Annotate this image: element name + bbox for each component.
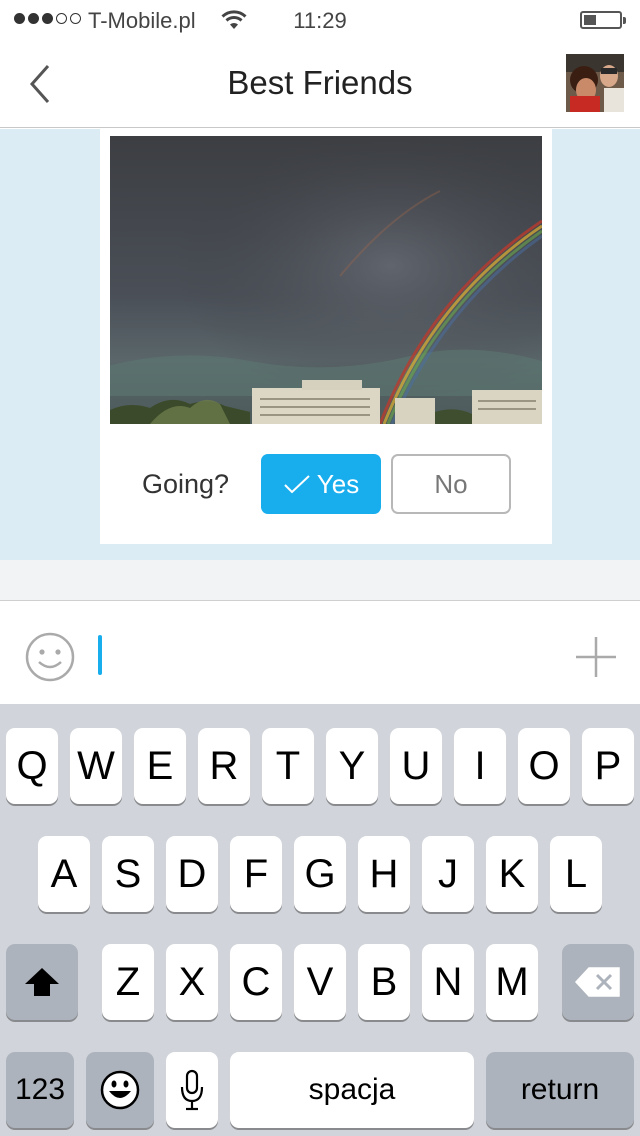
key-g[interactable]: G	[294, 836, 346, 912]
key-q[interactable]: Q	[6, 728, 58, 804]
key-h[interactable]: H	[358, 836, 410, 912]
key-label: K	[498, 851, 526, 896]
space-key[interactable]: spacja	[230, 1052, 474, 1128]
checkmark-icon	[284, 475, 310, 494]
yes-button-label: Yes	[316, 468, 360, 499]
rsvp-prompt: Going?	[142, 469, 230, 499]
key-label: D	[177, 851, 207, 896]
key-e[interactable]: E	[134, 728, 186, 804]
nav-header: Best Friends	[0, 40, 640, 128]
backspace-icon	[575, 967, 620, 997]
backspace-key[interactable]	[562, 944, 634, 1020]
key-label: J	[438, 851, 458, 896]
shift-icon	[25, 968, 59, 996]
key-label: G	[304, 851, 336, 896]
key-label: N	[433, 959, 463, 1004]
key-label: O	[528, 743, 560, 788]
message-composer	[0, 600, 640, 704]
key-label: F	[243, 851, 269, 896]
plus-icon[interactable]	[574, 635, 618, 679]
conversation-title[interactable]: Best Friends	[0, 64, 640, 102]
status-bar: T-Mobile.pl 11:29	[0, 0, 640, 40]
battery-icon	[580, 11, 626, 29]
emoji-keyboard-icon	[100, 1070, 140, 1110]
key-t[interactable]: T	[262, 728, 314, 804]
text-cursor	[98, 635, 102, 675]
return-key-label: return	[520, 1073, 600, 1106]
key-label: Z	[115, 959, 141, 1004]
space-key-label: spacja	[308, 1073, 396, 1106]
key-label: V	[306, 959, 334, 1004]
numbers-key[interactable]: 123	[6, 1052, 74, 1128]
key-m[interactable]: M	[486, 944, 538, 1020]
key-label: E	[146, 743, 174, 788]
key-label: S	[114, 851, 142, 896]
keyboard: QWERTYUIOP ASDFGHJKL ZXCVBNM 123 spacja …	[0, 704, 640, 1136]
key-n[interactable]: N	[422, 944, 474, 1020]
key-b[interactable]: B	[358, 944, 410, 1020]
no-button-label: No	[434, 468, 468, 499]
key-label: Q	[16, 743, 48, 788]
dictation-key[interactable]	[166, 1052, 218, 1128]
key-label: T	[275, 743, 301, 788]
key-label: I	[474, 743, 486, 788]
key-p[interactable]: P	[582, 728, 634, 804]
key-j[interactable]: J	[422, 836, 474, 912]
key-d[interactable]: D	[166, 836, 218, 912]
key-w[interactable]: W	[70, 728, 122, 804]
key-label: C	[241, 959, 271, 1004]
avatar[interactable]	[566, 54, 624, 112]
chat-bottom-spacer	[0, 560, 640, 600]
key-label: H	[369, 851, 399, 896]
clock: 11:29	[293, 8, 347, 33]
key-u[interactable]: U	[390, 728, 442, 804]
key-i[interactable]: I	[454, 728, 506, 804]
key-o[interactable]: O	[518, 728, 570, 804]
shift-key[interactable]	[6, 944, 78, 1020]
key-label: U	[401, 743, 431, 788]
key-label: Y	[338, 743, 366, 788]
rainbow-photo[interactable]	[110, 136, 542, 424]
key-label: M	[495, 959, 529, 1004]
key-label: B	[370, 959, 398, 1004]
key-label: P	[594, 743, 622, 788]
key-label: L	[564, 851, 588, 896]
microphone-icon	[180, 1069, 204, 1111]
key-x[interactable]: X	[166, 944, 218, 1020]
key-f[interactable]: F	[230, 836, 282, 912]
no-button[interactable]: No	[391, 454, 511, 514]
key-a[interactable]: A	[38, 836, 90, 912]
message-input[interactable]	[90, 621, 550, 685]
emoji-keyboard-key[interactable]	[86, 1052, 154, 1128]
key-l[interactable]: L	[550, 836, 602, 912]
key-label: A	[50, 851, 78, 896]
smiley-icon[interactable]	[24, 631, 76, 683]
return-key[interactable]: return	[486, 1052, 634, 1128]
key-z[interactable]: Z	[102, 944, 154, 1020]
numbers-key-label: 123	[14, 1073, 66, 1106]
key-v[interactable]: V	[294, 944, 346, 1020]
key-k[interactable]: K	[486, 836, 538, 912]
key-r[interactable]: R	[198, 728, 250, 804]
key-c[interactable]: C	[230, 944, 282, 1020]
chat-area: Going? Yes No	[0, 129, 640, 560]
yes-button[interactable]: Yes	[261, 454, 381, 514]
event-card: Going? Yes No	[100, 129, 552, 544]
key-s[interactable]: S	[102, 836, 154, 912]
key-label: R	[209, 743, 239, 788]
key-label: X	[178, 959, 206, 1004]
key-y[interactable]: Y	[326, 728, 378, 804]
key-label: W	[77, 743, 115, 788]
